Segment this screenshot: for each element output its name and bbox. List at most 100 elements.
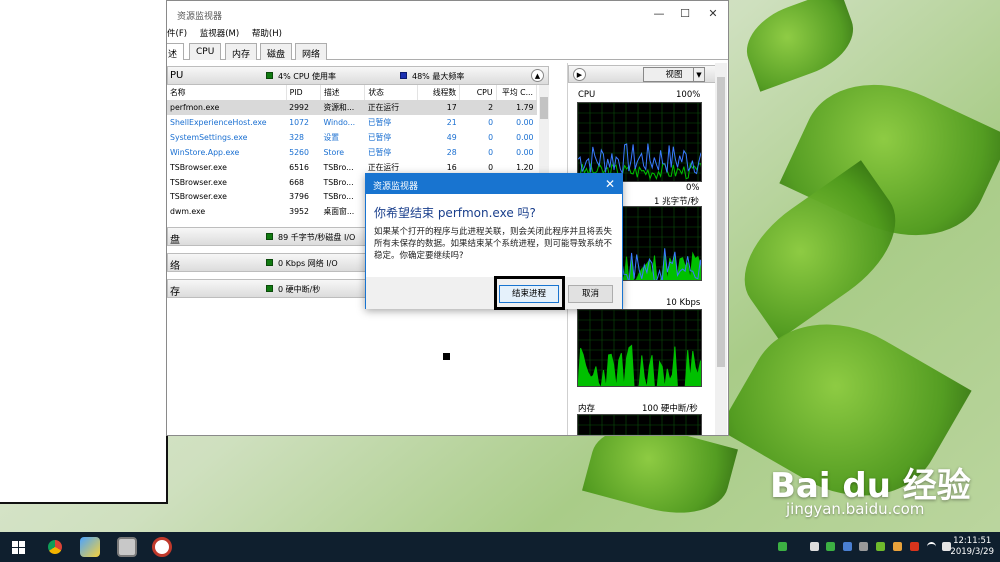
close-button[interactable]: ✕ (699, 5, 727, 23)
table-cell: 28 (446, 148, 457, 157)
dialog-question: 你希望结束 perfmon.exe 吗? (374, 206, 536, 220)
maximize-button[interactable]: ☐ (671, 5, 699, 23)
highlight-box (494, 276, 565, 310)
network-graph-max: 10 Kbps (666, 298, 701, 308)
tray-icon[interactable] (893, 542, 902, 551)
column-header[interactable]: PID (286, 85, 321, 100)
graphs-header: ▶ 视图 ▼ (568, 65, 718, 83)
cpu-graph (577, 102, 702, 182)
column-header[interactable]: 平均 C... (496, 85, 538, 100)
table-cell: 328 (289, 133, 305, 142)
table-row[interactable]: ShellExperienceHost.exe 1072 Windo... 已暂停 21… (167, 115, 537, 130)
table-cell: 668 (289, 177, 305, 187)
watermark-url: jingyan.baidu.com (786, 500, 925, 518)
collapse-icon[interactable]: ▲ (531, 69, 544, 82)
memory-indicator (266, 285, 273, 292)
section-label: 络 (170, 261, 180, 272)
table-cell: 已暂停 (367, 133, 392, 142)
tab-memory[interactable]: 内存 (225, 43, 258, 60)
windows-start-icon[interactable] (12, 541, 25, 554)
table-cell: TSBrowser.exe (170, 163, 227, 172)
cpu-usage-text: 4% CPU 使用率 (278, 72, 337, 81)
column-header[interactable]: 状态 (364, 85, 418, 100)
scroll-thumb[interactable] (717, 77, 725, 367)
tab-overview[interactable]: 述 (167, 43, 185, 60)
cpu-graph-min: 0% (686, 183, 700, 193)
table-cell: 3952 (289, 207, 309, 216)
dialog-message: 如果某个打开的程序与此进程关联，则会关闭此程序并且将丢失所有未保存的数据。如果结… (374, 227, 613, 261)
resource-monitor-taskbar-icon[interactable] (117, 537, 137, 557)
table-cell: 桌面窗... (323, 207, 355, 216)
tab-disk[interactable]: 磁盘 (260, 43, 293, 60)
window-title: 资源监视器 (177, 12, 223, 22)
column-header[interactable]: 描述 (320, 85, 366, 100)
disk-stat-text: 89 千字节/秒磁盘 I/O (278, 233, 356, 242)
tray-icon[interactable] (859, 542, 868, 551)
tray-icon[interactable] (810, 542, 819, 551)
memory-graph (577, 414, 702, 435)
minimize-button[interactable]: — (645, 5, 673, 23)
tray-icon[interactable] (910, 542, 919, 551)
table-cell: SystemSettings.exe (170, 133, 248, 142)
clock[interactable]: 12:11:51 2019/3/29 (950, 536, 994, 558)
column-header[interactable]: 名称 (167, 85, 287, 100)
expand-arrow-icon[interactable]: ▶ (573, 68, 586, 81)
network-indicator (266, 259, 273, 266)
table-cell: 0.00 (516, 148, 534, 157)
menu-file[interactable]: 件(F) (167, 29, 187, 39)
dialog-close-icon[interactable]: ✕ (605, 177, 615, 191)
table-cell: 0.00 (516, 133, 534, 142)
cancel-button[interactable]: 取消 (568, 285, 613, 303)
tray-icon[interactable] (876, 542, 885, 551)
table-cell: 1072 (289, 118, 309, 127)
table-row[interactable]: perfmon.exe 2992 资源和... 正在运行 17 2 1.79 (167, 100, 537, 115)
table-cell: WinStore.App.exe (170, 148, 240, 157)
column-header[interactable]: CPU (459, 85, 497, 100)
table-row[interactable]: SystemSettings.exe 328 设置 已暂停 49 0 0.00 (167, 130, 537, 145)
memory-stat-text: 0 硬中断/秒 (278, 285, 321, 294)
dialog-title-bar[interactable]: 资源监视器 (366, 174, 622, 194)
chrome-icon[interactable] (45, 537, 65, 557)
paint-icon[interactable] (80, 537, 100, 557)
table-cell: Store (323, 148, 345, 157)
cpu-section-header[interactable]: PU 4% CPU 使用率 48% 最大频率 ▲ (167, 66, 549, 85)
section-label: 盘 (170, 235, 180, 246)
tab-network[interactable]: 网络 (295, 43, 328, 60)
table-cell: 设置 (323, 133, 340, 142)
graphs-scrollbar[interactable] (715, 63, 727, 435)
menu-monitor[interactable]: 监视器(M) (200, 29, 239, 39)
browser-icon[interactable] (152, 537, 172, 557)
section-label: 存 (170, 287, 180, 298)
title-bar[interactable]: 资源监视器 — ☐ ✕ (167, 1, 728, 27)
wifi-icon[interactable] (927, 542, 936, 551)
menu-help[interactable]: 帮助(H) (252, 29, 282, 39)
clock-date: 2019/3/29 (950, 547, 994, 557)
table-cell: 已暂停 (367, 148, 392, 157)
table-cell: 6516 (289, 163, 309, 172)
network-trace (578, 344, 701, 386)
table-cell: 5260 (289, 148, 309, 157)
table-cell: 正在运行 (364, 100, 418, 115)
table-cell: 49 (446, 133, 457, 142)
table-row[interactable]: WinStore.App.exe 5260 Store 已暂停 28 0 0.00 (167, 145, 537, 160)
tray-icon[interactable] (778, 542, 787, 551)
freq-text: 48% 最大频率 (412, 72, 465, 81)
tray-icon[interactable] (843, 542, 852, 551)
cpu-graph-max: 100% (676, 90, 701, 100)
freq-indicator (400, 72, 407, 79)
wallpaper-leaf (736, 0, 864, 92)
table-cell: dwm.exe (170, 207, 206, 216)
memory-graph-label: 内存 (578, 404, 596, 414)
mouse-cursor (443, 353, 450, 360)
table-cell: 0 (488, 118, 494, 127)
table-cell: 21 (446, 118, 457, 127)
view-dropdown-icon[interactable]: ▼ (693, 67, 705, 82)
table-cell: perfmon.exe (167, 100, 287, 115)
column-header[interactable]: 线程数 (417, 85, 461, 100)
tab-cpu[interactable]: CPU (189, 43, 222, 60)
tray-icon[interactable] (826, 542, 835, 551)
memory-graph-max: 100 硬中断/秒 (642, 404, 698, 414)
table-cell: 0 (488, 133, 494, 142)
scroll-thumb[interactable] (540, 97, 548, 119)
table-cell: 0 (488, 148, 494, 157)
